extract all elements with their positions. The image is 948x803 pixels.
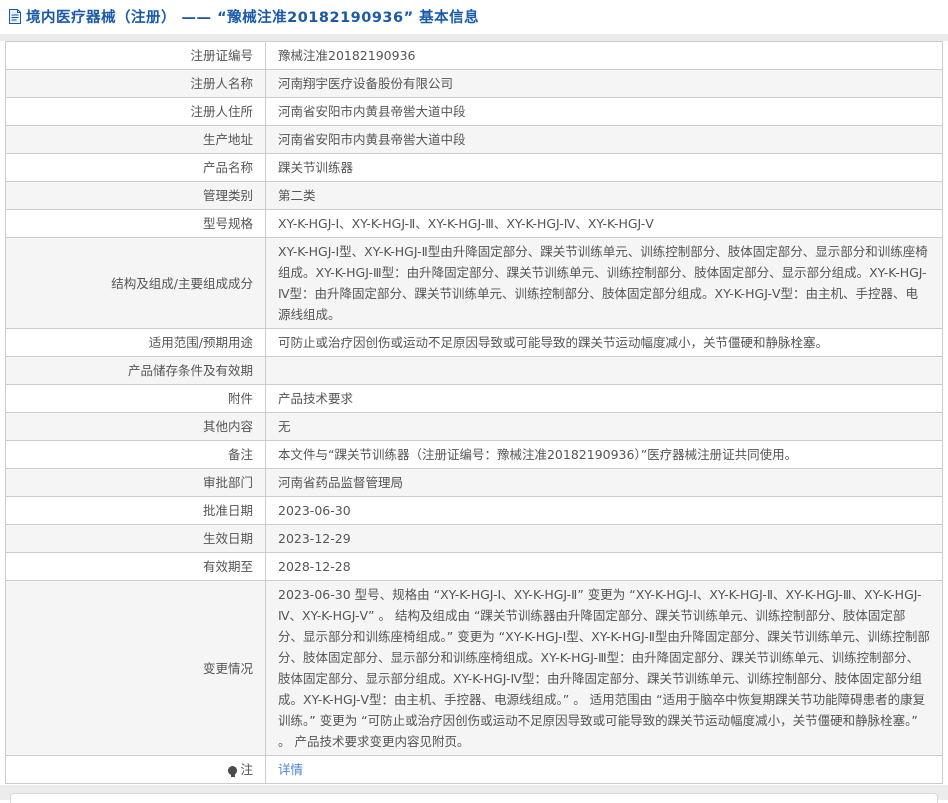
row-value: 2023-12-29 [266,525,943,553]
row-label: 适用范围/预期用途 [6,329,266,357]
row-label: 管理类别 [6,182,266,210]
row-value: 踝关节训练器 [266,154,943,182]
row-label: 生产地址 [6,126,266,154]
row-value: 详情 [266,756,943,784]
table-row: 注详情 [6,756,943,784]
row-value: 河南翔宇医疗设备股份有限公司 [266,70,943,98]
table-row: 适用范围/预期用途可防止或治疗因创伤或运动不足原因导致或可能导致的踝关节运动幅度… [6,329,943,357]
row-value: 河南省安阳市内黄县帝喾大道中段 [266,98,943,126]
row-value: 无 [266,413,943,441]
table-row: 产品名称踝关节训练器 [6,154,943,182]
page-title: 境内医疗器械（注册） —— “豫械注准20182190936” 基本信息 [26,6,479,27]
table-row: 审批部门河南省药品监督管理局 [6,469,943,497]
row-label: 注册人住所 [6,98,266,126]
row-label: 型号规格 [6,210,266,238]
row-value: 河南省药品监督管理局 [266,469,943,497]
row-label: 有效期至 [6,553,266,581]
row-label: 产品储存条件及有效期 [6,357,266,385]
row-label: 注册人名称 [6,70,266,98]
page-bottom-strip [0,785,948,800]
row-value: XY-K-HGJ-Ⅰ、XY-K-HGJ-Ⅱ、XY-K-HGJ-Ⅲ、XY-K-HG… [266,210,943,238]
table-row: 注册人名称河南翔宇医疗设备股份有限公司 [6,70,943,98]
table-row: 生效日期2023-12-29 [6,525,943,553]
row-value: 2023-06-30 型号、规格由 “XY-K-HGJ-Ⅰ、XY-K-HGJ-Ⅱ… [266,581,943,756]
table-row: 生产地址河南省安阳市内黄县帝喾大道中段 [6,126,943,154]
row-value: 2023-06-30 [266,497,943,525]
detail-link[interactable]: 详情 [278,762,303,777]
row-value: 河南省安阳市内黄县帝喾大道中段 [266,126,943,154]
row-value: 豫械注准20182190936 [266,42,943,70]
info-table-container: 注册证编号豫械注准20182190936注册人名称河南翔宇医疗设备股份有限公司注… [0,41,948,784]
next-section-panel [10,793,938,803]
row-label: 结构及组成/主要组成成分 [6,238,266,329]
table-row: 有效期至2028-12-28 [6,553,943,581]
row-value: 2028-12-28 [266,553,943,581]
table-row: 注册人住所河南省安阳市内黄县帝喾大道中段 [6,98,943,126]
registration-info-table: 注册证编号豫械注准20182190936注册人名称河南翔宇医疗设备股份有限公司注… [5,41,943,784]
table-row: 型号规格XY-K-HGJ-Ⅰ、XY-K-HGJ-Ⅱ、XY-K-HGJ-Ⅲ、XY-… [6,210,943,238]
document-icon [8,9,22,24]
row-value: 本文件与“踝关节训练器（注册证编号：豫械注准20182190936）”医疗器械注… [266,441,943,469]
row-label: 生效日期 [6,525,266,553]
row-value: XY-K-HGJ-Ⅰ型、XY-K-HGJ-Ⅱ型由升降固定部分、踝关节训练单元、训… [266,238,943,329]
header-divider [0,34,948,41]
row-value: 第二类 [266,182,943,210]
row-label: 备注 [6,441,266,469]
info-table-body: 注册证编号豫械注准20182190936注册人名称河南翔宇医疗设备股份有限公司注… [6,42,943,784]
row-label: 注 [6,756,266,784]
table-row: 注册证编号豫械注准20182190936 [6,42,943,70]
row-label: 变更情况 [6,581,266,756]
table-row: 产品储存条件及有效期 [6,357,943,385]
table-row: 附件产品技术要求 [6,385,943,413]
row-value: 产品技术要求 [266,385,943,413]
row-value: 可防止或治疗因创伤或运动不足原因导致或可能导致的踝关节运动幅度减小，关节僵硬和静… [266,329,943,357]
table-row: 结构及组成/主要组成成分XY-K-HGJ-Ⅰ型、XY-K-HGJ-Ⅱ型由升降固定… [6,238,943,329]
page-header: 境内医疗器械（注册） —— “豫械注准20182190936” 基本信息 [0,0,948,34]
table-row: 其他内容无 [6,413,943,441]
row-label: 附件 [6,385,266,413]
table-row: 批准日期2023-06-30 [6,497,943,525]
row-label: 其他内容 [6,413,266,441]
table-row: 变更情况2023-06-30 型号、规格由 “XY-K-HGJ-Ⅰ、XY-K-H… [6,581,943,756]
row-value [266,357,943,385]
lightbulb-icon [228,766,237,775]
row-label: 审批部门 [6,469,266,497]
table-row: 管理类别第二类 [6,182,943,210]
row-label: 产品名称 [6,154,266,182]
table-row: 备注本文件与“踝关节训练器（注册证编号：豫械注准20182190936）”医疗器… [6,441,943,469]
row-label: 注册证编号 [6,42,266,70]
row-label: 批准日期 [6,497,266,525]
